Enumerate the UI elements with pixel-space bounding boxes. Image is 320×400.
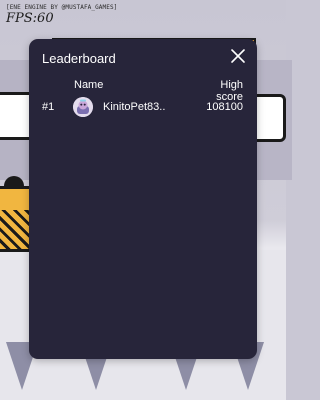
player-high-score: 108100 [206, 101, 243, 113]
engine-credit: [ENE ENGINE BY @MUSTAFA_GAMES] [6, 4, 118, 11]
cart-stripes [0, 210, 30, 250]
column-header-name: Name [74, 79, 104, 91]
player-avatar-icon [73, 97, 93, 117]
close-button[interactable] [229, 47, 247, 65]
close-icon [229, 47, 247, 65]
leaderboard-row[interactable]: #1 KinitoPet83.. 108100 [29, 97, 257, 117]
rank-label: #1 [42, 101, 55, 113]
leaderboard-modal: Leaderboard Name High score #1 KinitoPet… [29, 39, 257, 359]
player-name: KinitoPet83.. [103, 101, 166, 113]
fps-counter: FPS:60 [6, 11, 54, 26]
leaderboard-title: Leaderboard [42, 51, 116, 66]
